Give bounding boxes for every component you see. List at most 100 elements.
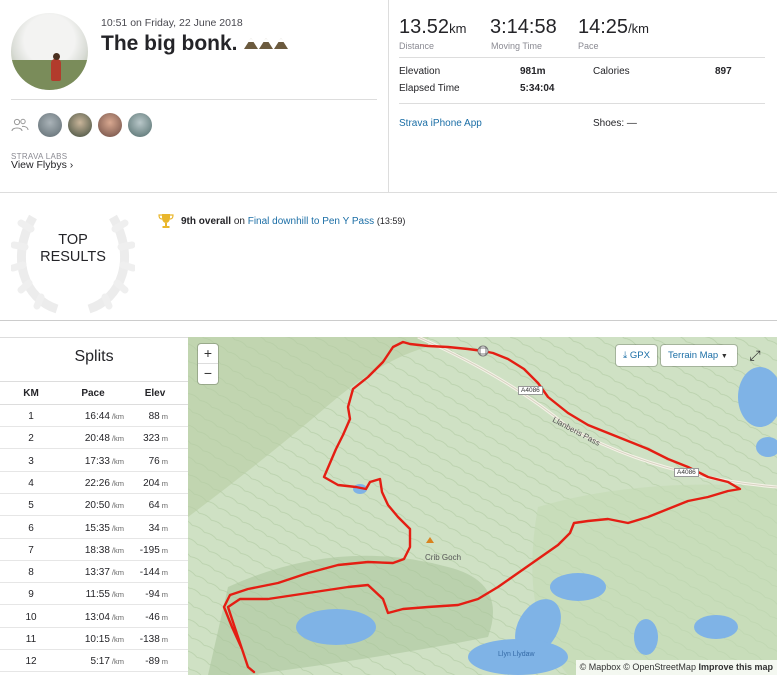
split-km: 11	[25, 634, 37, 645]
split-pace: 15:35/km	[84, 522, 124, 534]
pace-stat: 14:25/km	[578, 16, 650, 38]
divider	[399, 103, 765, 104]
table-row: 12 5:17/km -89 m	[0, 650, 188, 673]
segment-link[interactable]: Final downhill to Pen Y Pass	[248, 216, 374, 227]
table-row: 8 13:37/km -144 m	[0, 561, 188, 584]
split-pace: 22:26/km	[84, 477, 124, 489]
split-km: 1	[28, 411, 34, 422]
athlete-avatar[interactable]	[98, 113, 122, 137]
athlete-avatar[interactable]	[38, 113, 62, 137]
splits-title: Splits	[74, 348, 114, 365]
split-elev: -89 m	[145, 656, 168, 668]
splits-header: KM Pace Elev	[0, 381, 188, 405]
athlete-avatar[interactable]	[68, 113, 92, 137]
gpx-download-button[interactable]: ⤓ GPX	[616, 345, 657, 366]
split-km: 4	[28, 477, 34, 489]
mountain-icon	[274, 38, 289, 49]
split-pace: 18:38/km	[84, 544, 124, 556]
route-map[interactable]: Llanberis Pass Crib Goch A4086 A4086 Lly…	[188, 337, 777, 675]
chevron-down-icon: ▼	[720, 353, 728, 360]
activity-header: 10:51 on Friday, 22 June 2018 The big bo…	[0, 0, 777, 193]
map-label-lake: Llyn Llydaw	[498, 651, 535, 658]
split-elev: 64 m	[148, 500, 168, 512]
split-km: 3	[28, 455, 34, 467]
start-marker	[477, 345, 489, 357]
group-icon	[11, 118, 29, 132]
elevation-label: Elevation	[399, 66, 441, 77]
split-pace: 13:37/km	[84, 567, 124, 579]
split-pace: 10:15/km	[84, 634, 124, 645]
top-results-heading: TOP RESULTS	[40, 232, 106, 265]
distance-stat: 13.52km	[399, 16, 467, 38]
split-elev: 76 m	[148, 455, 168, 467]
view-flybys-link[interactable]: View Flybys ›	[11, 159, 73, 171]
mountain-icon	[259, 38, 274, 49]
fullscreen-icon[interactable]: ⤢	[744, 345, 766, 366]
split-elev: -195 m	[139, 544, 168, 556]
zoom-out-button[interactable]: −	[198, 364, 218, 384]
moving-time-label: Moving Time	[491, 41, 543, 51]
split-pace: 5:17/km	[90, 656, 124, 668]
map-label-crib-goch: Crib Goch	[425, 553, 462, 562]
table-row: 7 18:38/km -195 m	[0, 539, 188, 561]
split-elev: 323 m	[143, 433, 168, 445]
split-km: 10	[25, 611, 37, 623]
activity-date: 10:51 on Friday, 22 June 2018	[101, 17, 243, 29]
split-km: 6	[28, 522, 34, 534]
table-row: 1 16:44/km 88 m	[0, 405, 188, 427]
calories-value: 897	[715, 66, 732, 77]
table-row: 3 17:33/km 76 m	[0, 450, 188, 472]
split-km: 2	[28, 433, 34, 445]
trophy-icon	[158, 214, 174, 228]
zoom-controls: + −	[198, 344, 218, 384]
road-badge: A4086	[674, 468, 699, 477]
moving-time-stat: 3:14:58	[490, 16, 557, 38]
split-km: 12	[25, 656, 37, 668]
split-pace: 13:04/km	[84, 611, 124, 623]
split-elev: -94 m	[145, 589, 168, 601]
split-elev: 34 m	[148, 522, 168, 534]
shoes-value: Shoes: —	[593, 118, 637, 129]
pace-label: Pace	[578, 41, 599, 51]
divider	[399, 57, 765, 58]
segment-result: 9th overall on Final downhill to Pen Y P…	[181, 216, 406, 227]
map-type-dropdown[interactable]: Terrain Map ▼	[661, 345, 737, 366]
road-badge: A4086	[518, 386, 543, 395]
elapsed-time-label: Elapsed Time	[399, 83, 460, 94]
split-elev: -138 m	[139, 634, 168, 645]
split-km: 8	[28, 567, 34, 579]
table-row: 11 10:15/km -138 m	[0, 628, 188, 650]
split-pace: 20:48/km	[84, 433, 124, 445]
table-row: 10 13:04/km -46 m	[0, 606, 188, 628]
athlete-avatar[interactable]	[128, 113, 152, 137]
split-pace: 16:44/km	[84, 411, 124, 422]
map-attribution: © Mapbox © OpenStreetMap Improve this ma…	[575, 660, 777, 675]
split-pace: 11:55/km	[85, 589, 124, 601]
distance-label: Distance	[399, 41, 435, 51]
top-results-section: TOP RESULTS 9th overall on Final downhil…	[0, 193, 777, 321]
improve-map-link[interactable]: Improve this map	[698, 662, 773, 672]
split-km: 9	[28, 589, 34, 601]
split-elev: 204 m	[143, 477, 168, 489]
download-icon: ⤓	[623, 350, 628, 361]
split-km: 5	[28, 500, 34, 512]
split-elev: 88 m	[148, 411, 168, 422]
athlete-avatar[interactable]	[11, 13, 88, 90]
split-pace: 20:50/km	[84, 500, 124, 512]
zoom-in-button[interactable]: +	[198, 344, 218, 364]
mountain-icon	[244, 38, 259, 49]
activity-title: The big bonk.	[101, 32, 289, 56]
split-pace: 17:33/km	[84, 455, 124, 467]
split-elev: -144 m	[139, 567, 168, 579]
table-row: 6 15:35/km 34 m	[0, 517, 188, 539]
terrain-map-canvas	[188, 337, 777, 675]
activity-summary: 10:51 on Friday, 22 June 2018 The big bo…	[0, 0, 389, 193]
divider	[11, 99, 377, 100]
elapsed-time-value: 5:34:04	[520, 83, 555, 94]
split-elev: -46 m	[145, 611, 168, 623]
table-row: 4 22:26/km 204 m	[0, 472, 188, 494]
table-row: 2 20:48/km 323 m	[0, 427, 188, 450]
split-km: 7	[28, 544, 34, 556]
device-link[interactable]: Strava iPhone App	[399, 118, 482, 129]
table-row: 9 11:55/km -94 m	[0, 583, 188, 606]
